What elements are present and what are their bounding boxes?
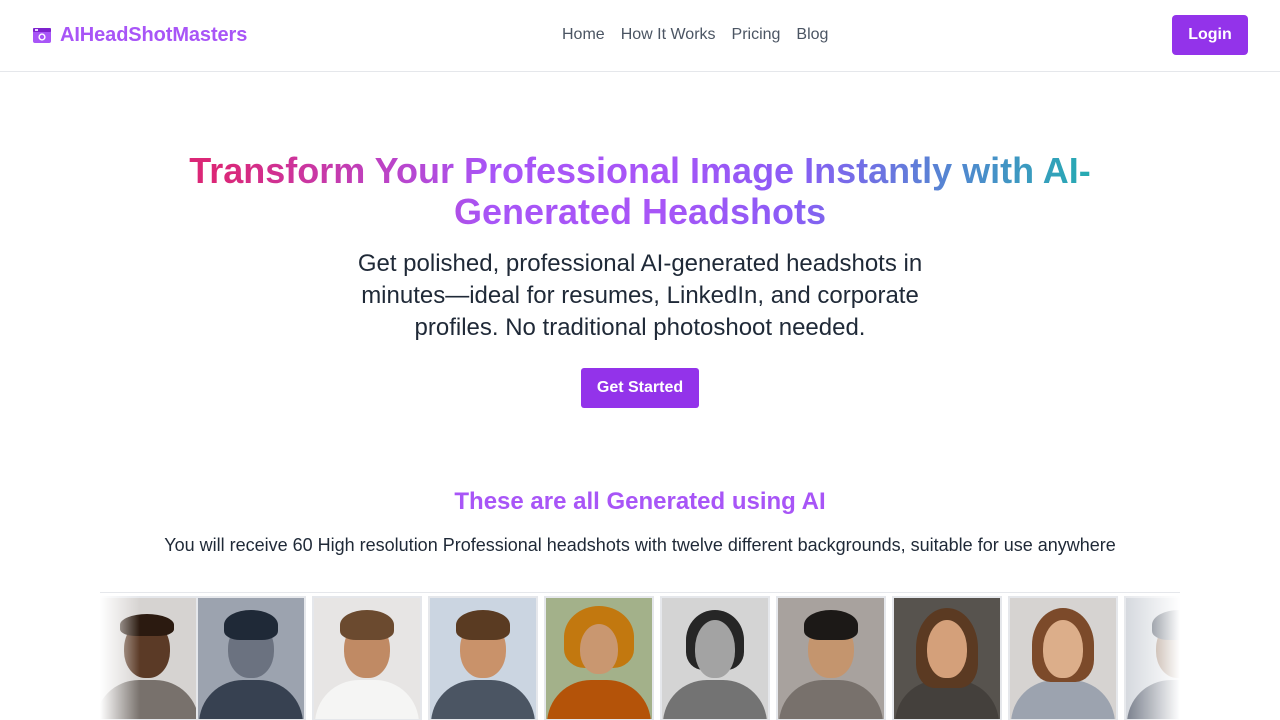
- headshot-gallery: [100, 592, 1180, 720]
- headshot-image: [892, 596, 1002, 720]
- headshot-image: [1008, 596, 1118, 720]
- gallery-fade-right: [1120, 593, 1180, 720]
- nav-pricing[interactable]: Pricing: [732, 26, 781, 44]
- camera-icon: [32, 26, 52, 44]
- get-started-button[interactable]: Get Started: [581, 368, 699, 408]
- hero-subtitle: Get polished, professional AI-generated …: [357, 250, 923, 341]
- brand-name: AIHeadShotMasters: [60, 23, 248, 46]
- nav-blog[interactable]: Blog: [796, 26, 828, 44]
- headshot-image: [660, 596, 770, 720]
- main-nav: Home How It Works Pricing Blog: [562, 24, 828, 46]
- gallery-subtitle: You will receive 60 High resolution Prof…: [164, 535, 1116, 555]
- headshot-image: [312, 596, 422, 720]
- site-header: AIHeadShotMasters Home How It Works Pric…: [0, 0, 1280, 72]
- gallery-title: These are all Generated using AI: [454, 488, 826, 515]
- headshot-image: [196, 596, 306, 720]
- headshot-image: [776, 596, 886, 720]
- nav-how-it-works[interactable]: How It Works: [621, 26, 716, 44]
- brand-logo[interactable]: AIHeadShotMasters: [32, 22, 247, 48]
- headshot-image: [544, 596, 654, 720]
- gallery-fade-left: [100, 593, 140, 720]
- nav-home[interactable]: Home: [562, 26, 605, 44]
- hero-title: Transform Your Professional Image Instan…: [140, 150, 1140, 232]
- headshot-image: [428, 596, 538, 720]
- login-button[interactable]: Login: [1172, 15, 1248, 55]
